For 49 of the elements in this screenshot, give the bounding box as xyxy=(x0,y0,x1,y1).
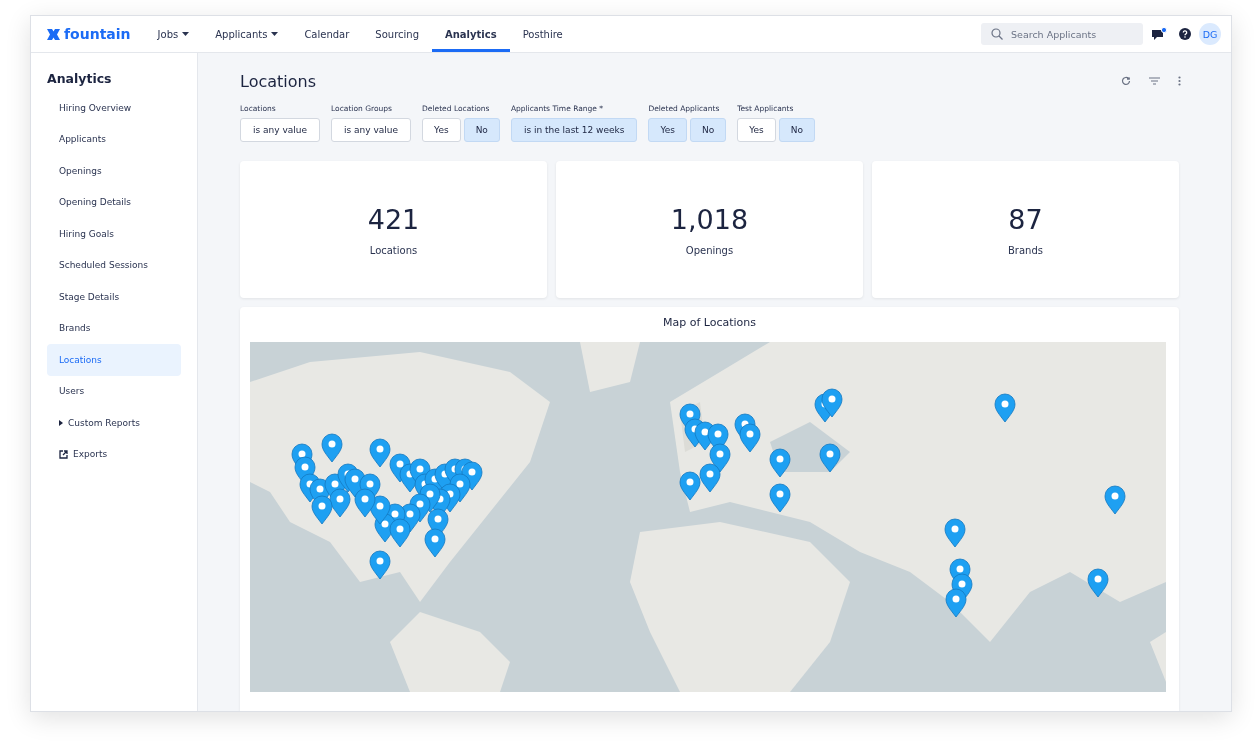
caret-icon xyxy=(182,32,190,36)
page-title: Locations xyxy=(240,71,317,91)
stat-value: 87 xyxy=(1008,203,1043,235)
user-avatar[interactable]: DG xyxy=(1199,23,1221,45)
stat-value: 421 xyxy=(367,203,420,235)
sidebar-item[interactable]: Hiring Overview xyxy=(47,92,181,124)
sidebar-item[interactable]: Custom Reports xyxy=(47,407,181,439)
filter-select[interactable]: is any value xyxy=(240,118,321,142)
more-icon[interactable] xyxy=(1178,76,1181,86)
logo-text: fountain xyxy=(64,26,131,42)
sidebar-item[interactable]: Hiring Goals xyxy=(47,218,181,250)
stat-value: 1,018 xyxy=(670,203,749,235)
toggle-option[interactable]: No xyxy=(463,118,500,142)
stat-label: Locations xyxy=(369,244,418,256)
sidebar-item[interactable]: Scheduled Sessions xyxy=(47,249,181,281)
filter-select[interactable]: is in the last 12 weeks xyxy=(510,118,638,142)
toggle-option[interactable]: Yes xyxy=(737,118,776,142)
sidebar-title: Analytics xyxy=(47,71,113,86)
toggle-option[interactable]: Yes xyxy=(422,118,461,142)
toggle-option[interactable]: No xyxy=(689,118,727,142)
sidebar-item[interactable]: Exports xyxy=(47,438,181,470)
sidebar-item[interactable]: Openings xyxy=(47,155,181,187)
nav-tab[interactable]: Posthire xyxy=(509,16,576,52)
nav-tab[interactable]: Analytics xyxy=(432,16,510,52)
nav-tab[interactable]: Applicants xyxy=(202,16,292,52)
filter-select[interactable]: is any value xyxy=(331,118,412,142)
sidebar-item[interactable]: Users xyxy=(47,375,181,407)
sidebar-item[interactable]: Applicants xyxy=(47,123,181,155)
sidebar-item[interactable]: Brands xyxy=(47,312,181,344)
refresh-icon[interactable] xyxy=(1121,76,1131,86)
nav-tab[interactable]: Calendar xyxy=(291,16,363,52)
map-title: Map of Locations xyxy=(661,315,758,331)
chat-icon[interactable] xyxy=(1151,27,1167,41)
caret-icon xyxy=(59,419,63,426)
help-icon[interactable] xyxy=(1179,28,1191,40)
toggle-option[interactable]: No xyxy=(778,118,815,142)
search-icon xyxy=(991,28,1003,40)
stat-label: Openings xyxy=(685,244,734,256)
caret-icon xyxy=(271,32,279,36)
nav-tab[interactable]: Jobs xyxy=(144,16,203,52)
logo-icon xyxy=(47,28,60,40)
sidebar-item[interactable]: Stage Details xyxy=(47,281,181,313)
sidebar-item[interactable]: Opening Details xyxy=(47,186,181,218)
stat-label: Brands xyxy=(1008,244,1043,256)
nav-tab[interactable]: Sourcing xyxy=(362,16,432,52)
external-link-icon xyxy=(59,449,68,459)
toggle-option[interactable]: Yes xyxy=(648,118,687,142)
sidebar-item[interactable]: Locations xyxy=(47,344,181,376)
search-field[interactable]: Search Applicants xyxy=(981,23,1143,45)
